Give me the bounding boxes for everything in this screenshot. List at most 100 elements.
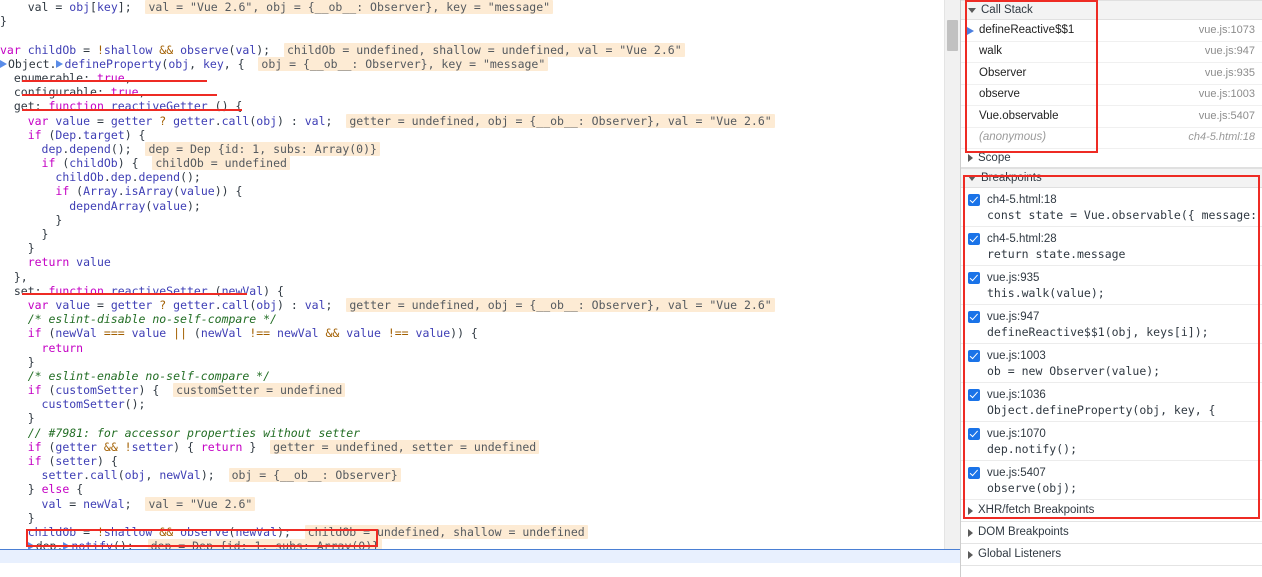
breakpoint-location[interactable]: vue.js:947 [987, 311, 1039, 323]
breakpoint-item[interactable]: vue.js:1036 Object.defineProperty(obj, ke… [961, 383, 1262, 422]
breakpoint-item[interactable]: ch4-5.html:28 return state.message [961, 227, 1262, 266]
call-stack-frame[interactable]: (anonymous) ch4-5.html:18 [961, 127, 1262, 149]
breakpoint-checkbox[interactable] [968, 193, 980, 206]
call-stack-frame-location[interactable]: vue.js:1003 [1199, 84, 1255, 106]
breakpoint-location[interactable]: ch4-5.html:18 [987, 194, 1057, 206]
call-stack-frame-name: walk [979, 45, 1003, 57]
breakpoint-code-snippet: defineReactive$$1(obj, keys[i]); [987, 325, 1256, 339]
breakpoint-header: vue.js:1003 [968, 348, 1256, 363]
collapsed-section-title: Global Listeners [978, 548, 1062, 560]
call-stack-frame-name: observe [979, 88, 1020, 100]
scope-title: Scope [978, 152, 1011, 164]
breakpoint-code-text: dep.notify(); [987, 442, 1078, 456]
debugger-sidebar: Call Stack defineReactive$$1 vue.js:1073 w… [960, 0, 1262, 577]
breakpoint-checkbox[interactable] [968, 388, 980, 401]
call-stack-frame-name: Observer [979, 66, 1027, 79]
breakpoint-code-snippet: return state.message [987, 247, 1256, 261]
breakpoint-checkbox[interactable] [968, 349, 980, 362]
breakpoint-header: ch4-5.html:18 [968, 192, 1256, 207]
frame-arrow-placeholder [967, 128, 979, 149]
breakpoint-code-snippet: dep.notify(); [987, 442, 1256, 456]
enumerable-true-underline [22, 80, 207, 82]
collapsed-section-title: XHR/fetch Breakpoints [978, 504, 1095, 516]
breakpoint-item[interactable]: vue.js:935 this.walk(value); [961, 266, 1262, 305]
call-stack-frame[interactable]: Observer vue.js:935 [961, 63, 1262, 85]
call-stack-frame-name: (anonymous) [979, 131, 1047, 143]
frame-arrow-placeholder [967, 106, 979, 127]
breakpoint-header: vue.js:1070 [968, 426, 1256, 441]
breakpoint-location[interactable]: ch4-5.html:28 [987, 233, 1057, 245]
call-stack-frame-location[interactable]: vue.js:1073 [1199, 20, 1255, 42]
frame-arrow-placeholder [967, 85, 979, 106]
breakpoint-code-snippet: this.walk(value); [987, 286, 1256, 300]
call-stack-frame[interactable]: walk vue.js:947 [961, 41, 1262, 63]
breakpoint-code-snippet: Object.defineProperty(obj, key, { [987, 403, 1256, 417]
breakpoint-checkbox[interactable] [968, 232, 980, 245]
breakpoint-item[interactable]: vue.js:1003 ob = new Observer(value); [961, 344, 1262, 383]
call-stack-frame-location[interactable]: vue.js:5407 [1199, 106, 1255, 128]
breakpoint-checkbox[interactable] [968, 271, 980, 284]
call-stack-list: defineReactive$$1 vue.js:1073 walk vue.js:9… [961, 20, 1262, 149]
breakpoint-code-snippet: ob = new Observer(value); [987, 364, 1256, 378]
call-stack-title: Call Stack [981, 4, 1033, 16]
breakpoint-checkbox[interactable] [968, 310, 980, 323]
call-stack-frame-location[interactable]: vue.js:947 [1205, 41, 1255, 63]
console-drawer[interactable] [0, 549, 960, 563]
breakpoint-checkbox[interactable] [968, 427, 980, 440]
chevron-right-icon [968, 528, 973, 537]
breakpoint-item[interactable]: ch4-5.html:18 const state = Vue.observabl… [961, 188, 1262, 227]
call-stack-frame[interactable]: defineReactive$$1 vue.js:1073 [961, 20, 1262, 42]
reactive-setter-underline [22, 293, 247, 295]
collapsed-section-global-listeners[interactable]: Global Listeners [961, 544, 1262, 566]
collapsed-sections-list: XHR/fetch Breakpoints DOM Breakpoints Glob… [961, 500, 1262, 566]
breakpoint-code-text: return state.message [987, 247, 1126, 261]
breakpoint-code-text: ob = new Observer(value); [987, 364, 1161, 378]
breakpoint-header: vue.js:947 [968, 309, 1256, 324]
breakpoint-item[interactable]: vue.js:5407 observe(obj); [961, 461, 1262, 500]
call-stack-frame[interactable]: Vue.observable vue.js:5407 [961, 106, 1262, 128]
breakpoint-code-text: defineReactive$$1(obj, keys[i]); [987, 325, 1209, 339]
configurable-true-underline [22, 94, 217, 96]
breakpoint-header: vue.js:935 [968, 270, 1256, 285]
scope-section-header[interactable]: Scope [961, 149, 1262, 168]
breakpoint-code-text: observe(obj); [987, 481, 1078, 495]
breakpoint-location[interactable]: vue.js:1070 [987, 428, 1046, 440]
breakpoint-checkbox[interactable] [968, 466, 980, 479]
breakpoints-section-header[interactable]: Breakpoints [961, 168, 1262, 188]
call-stack-frame[interactable]: observe vue.js:1003 [961, 84, 1262, 106]
breakpoint-item[interactable]: vue.js:947 defineReactive$$1(obj, keys[i]… [961, 305, 1262, 344]
breakpoints-list: ch4-5.html:18 const state = Vue.observabl… [961, 188, 1262, 500]
chevron-right-icon [968, 550, 973, 559]
frame-arrow-placeholder [967, 42, 979, 63]
chevron-right-icon [968, 506, 973, 515]
source-code-pane[interactable]: val = obj[key]; val = "Vue 2.6", obj = {… [0, 0, 960, 563]
chevron-down-icon [968, 175, 976, 181]
collapsed-section-xhr-fetch-breakpoints[interactable]: XHR/fetch Breakpoints [961, 500, 1262, 522]
breakpoint-code-snippet: const state = Vue.observable({ message: … [987, 208, 1256, 222]
source-scrollbar-thumb[interactable] [947, 20, 958, 51]
annotation-overlay-layer [0, 0, 960, 563]
breakpoint-location[interactable]: vue.js:1036 [987, 389, 1046, 401]
active-frame-arrow-icon [967, 20, 979, 41]
chevron-right-icon [968, 154, 973, 162]
call-stack-frame-location[interactable]: ch4-5.html:18 [1188, 127, 1255, 149]
dep-notify-highlight-box [26, 529, 378, 547]
breakpoint-location[interactable]: vue.js:5407 [987, 467, 1046, 479]
breakpoint-location[interactable]: vue.js:1003 [987, 350, 1046, 362]
call-stack-section-header[interactable]: Call Stack [961, 0, 1262, 20]
chevron-down-icon [968, 7, 976, 13]
breakpoint-code-text: const state = Vue.observable({ message: [987, 208, 1256, 222]
frame-arrow-placeholder [967, 63, 979, 84]
collapsed-section-dom-breakpoints[interactable]: DOM Breakpoints [961, 522, 1262, 544]
breakpoint-item[interactable]: vue.js:1070 dep.notify(); [961, 422, 1262, 461]
breakpoint-header: vue.js:1036 [968, 387, 1256, 402]
devtools-sources-debugger: val = obj[key]; val = "Vue 2.6", obj = {… [0, 0, 1262, 577]
breakpoint-code-text: this.walk(value); [987, 286, 1105, 300]
breakpoint-header: vue.js:5407 [968, 465, 1256, 480]
source-vertical-scrollbar[interactable] [944, 0, 960, 563]
collapsed-section-title: DOM Breakpoints [978, 526, 1069, 538]
reactive-getter-underline [22, 109, 242, 111]
breakpoint-code-text: Object.defineProperty(obj, key, { [987, 403, 1216, 417]
call-stack-frame-location[interactable]: vue.js:935 [1205, 63, 1255, 85]
breakpoint-location[interactable]: vue.js:935 [987, 272, 1039, 284]
